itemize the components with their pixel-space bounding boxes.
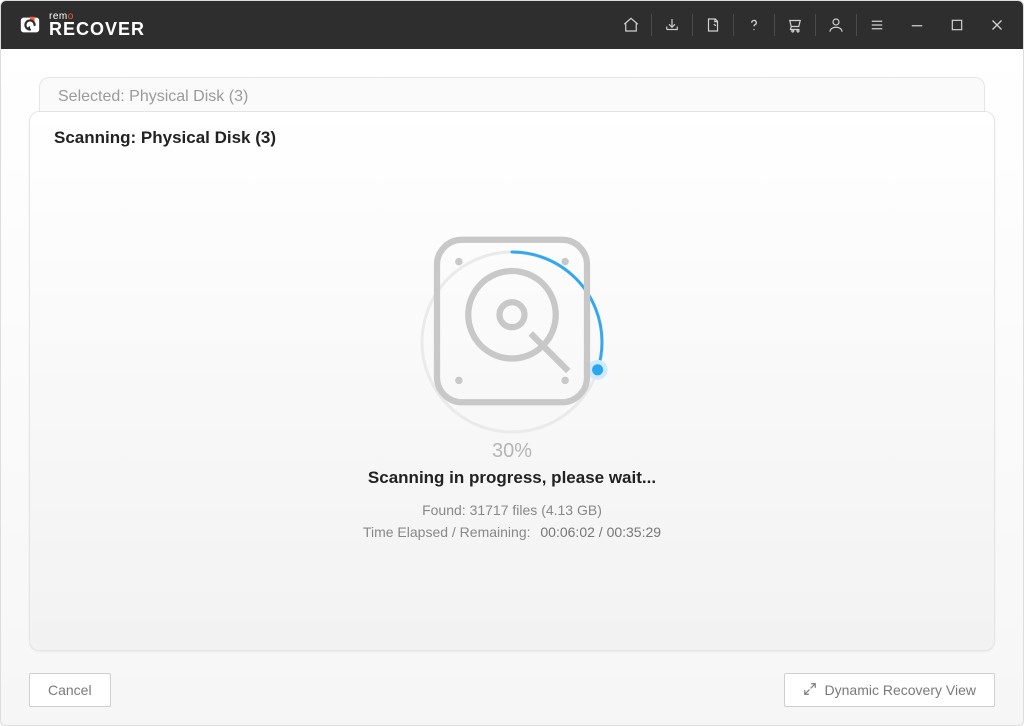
app-window: remo RECOVER [0, 0, 1024, 726]
scan-title: Scanning: Physical Disk (3) [54, 128, 970, 148]
main-area: Selected: Physical Disk (3) Scanning: Ph… [1, 49, 1023, 725]
scan-card: Scanning: Physical Disk (3) [29, 111, 995, 651]
user-icon[interactable] [816, 1, 856, 49]
brand: remo RECOVER [19, 12, 145, 37]
download-icon[interactable] [652, 1, 692, 49]
found-line: Found: 31717 files (4.13 GB) [422, 502, 602, 518]
progress-ring: 30% [412, 242, 612, 442]
card-stack: Selected: Physical Disk (3) Scanning: Ph… [29, 77, 995, 651]
time-line: Time Elapsed / Remaining: 00:06:02 / 00:… [363, 524, 661, 540]
minimize-icon[interactable] [897, 1, 937, 49]
progress-percent: 30% [492, 440, 532, 463]
cancel-button[interactable]: Cancel [29, 673, 111, 707]
brand-icon [19, 14, 41, 36]
scan-status: Scanning in progress, please wait... [368, 468, 656, 488]
footer: Cancel Dynamic Recovery View [29, 673, 995, 707]
selected-disk-label: Selected: Physical Disk (3) [58, 88, 248, 105]
upload-icon[interactable] [693, 1, 733, 49]
cart-icon[interactable] [775, 1, 815, 49]
home-icon[interactable] [611, 1, 651, 49]
dynamic-recovery-button[interactable]: Dynamic Recovery View [784, 673, 995, 707]
maximize-icon[interactable] [937, 1, 977, 49]
brand-title: RECOVER [49, 21, 145, 37]
help-icon[interactable] [734, 1, 774, 49]
menu-icon[interactable] [857, 1, 897, 49]
titlebar: remo RECOVER [1, 1, 1023, 49]
expand-icon [803, 682, 817, 699]
disk-icon [412, 221, 612, 426]
close-icon[interactable] [977, 1, 1017, 49]
titlebar-actions [611, 1, 1017, 49]
